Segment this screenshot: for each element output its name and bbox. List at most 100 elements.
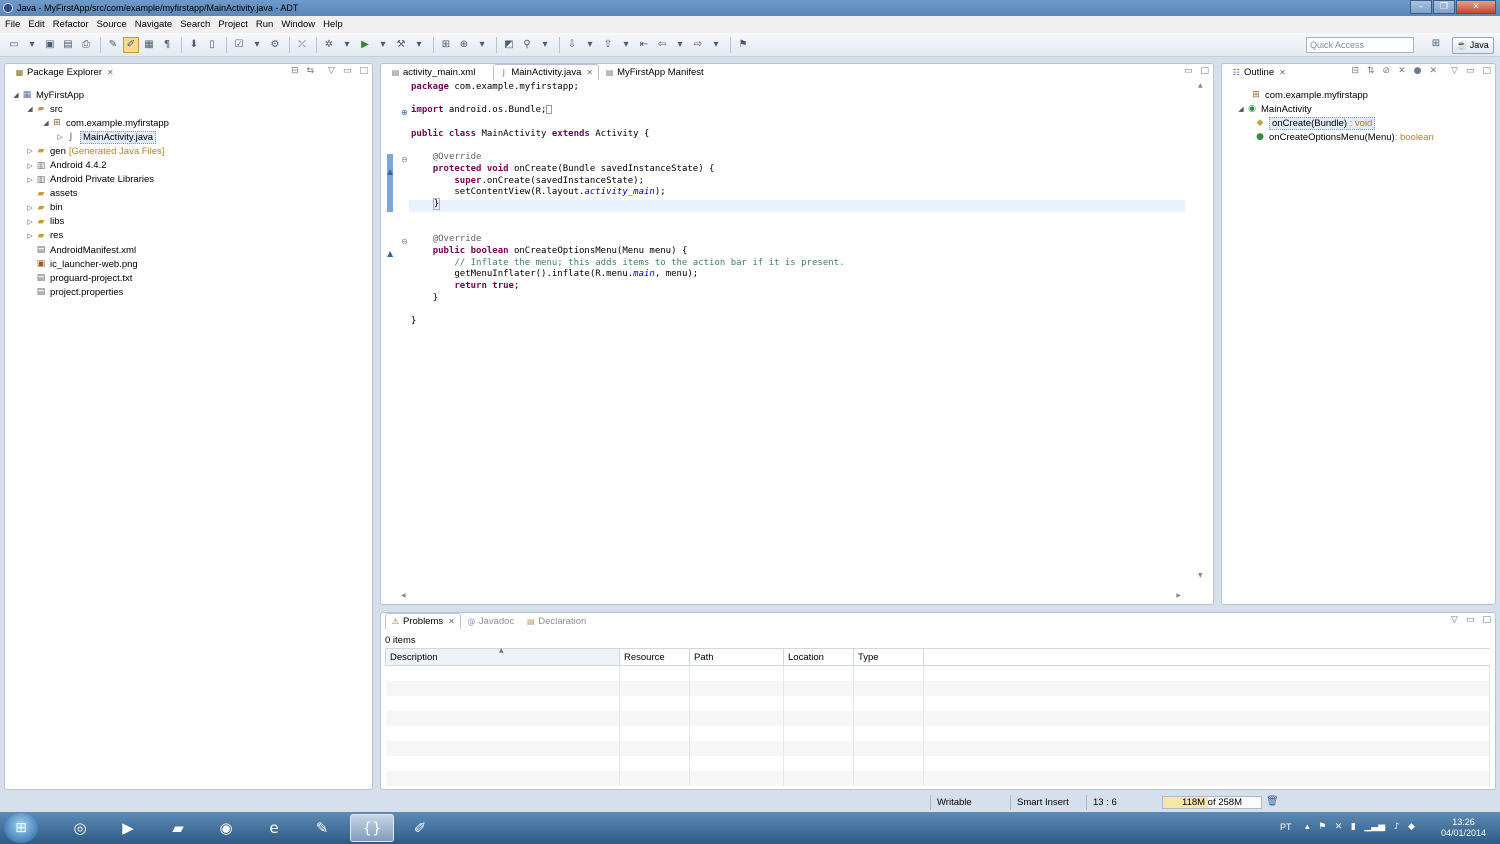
search-dropdown-icon[interactable]: ▾	[537, 37, 553, 53]
run-icon[interactable]: ▶	[357, 37, 373, 53]
previous-annotation-icon[interactable]: ⇧	[600, 37, 616, 53]
next-annotation-icon[interactable]: ⇩	[564, 37, 580, 53]
minimize-view-icon[interactable]: ▭	[1466, 66, 1475, 76]
collapsed-arrow-icon[interactable]: ▷	[25, 162, 35, 170]
chrome-task-icon[interactable]: ◎	[58, 814, 102, 842]
tab-problems[interactable]: ⚠ Problems ✕	[385, 613, 461, 629]
menu-project[interactable]: Project	[218, 19, 248, 30]
tree-item-manifest[interactable]: ▤ AndroidManifest.xml	[11, 243, 169, 257]
android-sdk-manager-icon[interactable]: ⬇	[186, 37, 202, 53]
debug-icon[interactable]: ✲	[321, 37, 337, 53]
external-tools-icon[interactable]: ⚒	[393, 37, 409, 53]
close-icon[interactable]: ✕	[586, 68, 593, 77]
internet-explorer-task-icon[interactable]: e	[252, 814, 296, 842]
outline-item-class[interactable]: ◢ ◉ MainActivity	[1236, 102, 1434, 116]
view-menu-icon[interactable]: ▽	[1451, 66, 1458, 76]
tree-item-project[interactable]: ◢ ▦ MyFirstApp	[11, 88, 169, 102]
column-resource[interactable]: Resource	[619, 648, 690, 666]
tab-manifest[interactable]: ▤ MyFirstApp Manifest	[599, 64, 710, 80]
forward-icon[interactable]: ⇨	[690, 37, 706, 53]
tab-outline[interactable]: ☷ Outline ✕	[1226, 64, 1292, 80]
disc-task-icon[interactable]: ◉	[204, 814, 248, 842]
scroll-down-icon[interactable]: ▼	[1198, 572, 1203, 579]
pin-editor-icon[interactable]: ⚑	[735, 37, 751, 53]
network-warning-icon[interactable]: ⚑	[1318, 822, 1326, 832]
forward-dropdown-icon[interactable]: ▾	[708, 37, 724, 53]
maximize-view-icon[interactable]: □	[1200, 66, 1209, 76]
link-with-editor-icon[interactable]: ⇆	[307, 66, 315, 76]
search-icon[interactable]: ⚲	[519, 37, 535, 53]
flag-icon[interactable]: ✕	[1335, 822, 1343, 832]
tab-declaration[interactable]: ▤ Declaration	[520, 613, 592, 629]
clock[interactable]: 13:26 04/01/2014	[1441, 817, 1486, 839]
fold-collapse-icon[interactable]: ⊖	[401, 237, 408, 246]
maximize-view-icon[interactable]: □	[359, 66, 368, 76]
tree-item-proguard[interactable]: ▤ proguard-project.txt	[11, 271, 169, 285]
editor-horizontal-scrollbar[interactable]: ◀ ▶	[401, 592, 1181, 600]
back-dropdown-icon[interactable]: ▾	[672, 37, 688, 53]
new-icon[interactable]: ▭	[6, 37, 22, 53]
outline-item-oncreate[interactable]: ◆ onCreate(Bundle) : void	[1236, 116, 1434, 130]
outline-item-package[interactable]: ⊞ com.example.myfirstapp	[1236, 88, 1434, 102]
tree-item-launcher-png[interactable]: ▣ ic_launcher-web.png	[11, 257, 169, 271]
tree-item-res[interactable]: ▷ ▰ res	[11, 229, 169, 243]
collapsed-arrow-icon[interactable]: ▷	[25, 176, 35, 184]
menu-search[interactable]: Search	[180, 19, 210, 30]
garbage-collect-icon[interactable]: 🗑	[1266, 796, 1279, 809]
open-perspective-icon[interactable]: ⊞	[1428, 38, 1444, 53]
tab-mainactivity-java[interactable]: J MainActivity.java ✕	[493, 64, 600, 80]
last-edit-location-icon[interactable]: ⇤	[636, 37, 652, 53]
check-dropdown-icon[interactable]: ▾	[249, 37, 265, 53]
open-type-icon[interactable]: ✎	[105, 37, 121, 53]
tree-item-gen[interactable]: ▷ ▰ gen [Generated Java Files]	[11, 144, 169, 158]
external-tools-dropdown-icon[interactable]: ▾	[411, 37, 427, 53]
hide-non-public-icon[interactable]: ●	[1414, 66, 1422, 76]
tab-package-explorer[interactable]: ▦ Package Explorer ✕	[9, 64, 120, 80]
tree-item-src[interactable]: ◢ ▰ src	[11, 102, 169, 116]
outline-item-oncreateoptionsmenu[interactable]: ● onCreateOptionsMenu(Menu) : boolean	[1236, 130, 1434, 144]
column-location[interactable]: Location	[783, 648, 854, 666]
new-dropdown-icon[interactable]: ▾	[24, 37, 40, 53]
tab-javadoc[interactable]: @ Javadoc	[461, 613, 520, 629]
collapse-all-icon[interactable]: ⊟	[1351, 66, 1359, 76]
mark-occurrences-icon[interactable]: ✐	[123, 36, 139, 53]
collapsed-arrow-icon[interactable]: ▷	[25, 218, 35, 226]
tree-item-project-properties[interactable]: ▤ project.properties	[11, 285, 169, 299]
minimize-view-icon[interactable]: ▭	[1184, 66, 1193, 76]
check-icon[interactable]: ☑	[231, 37, 247, 53]
hide-fields-icon[interactable]: ⊘	[1383, 66, 1391, 76]
open-task-icon[interactable]: ◩	[501, 37, 517, 53]
media-player-task-icon[interactable]: ▶	[106, 814, 150, 842]
save-all-icon[interactable]: ▤	[60, 37, 76, 53]
expanded-arrow-icon[interactable]: ◢	[1236, 105, 1246, 113]
android-avd-manager-icon[interactable]: ▯	[204, 37, 220, 53]
close-icon[interactable]: ✕	[107, 68, 114, 77]
tree-item-android[interactable]: ▷ ▥ Android 4.4.2	[11, 158, 169, 172]
fold-collapse-icon[interactable]: ⊖	[401, 155, 408, 164]
start-button[interactable]: ⊞	[4, 813, 38, 843]
expanded-arrow-icon[interactable]: ◢	[25, 105, 35, 113]
print-icon[interactable]: ⎙	[78, 37, 94, 53]
collapse-all-icon[interactable]: ⊟	[291, 66, 299, 76]
collapsed-arrow-icon[interactable]: ▷	[25, 147, 35, 155]
hide-static-icon[interactable]: ✕	[1398, 66, 1406, 76]
close-icon[interactable]: ✕	[448, 617, 455, 626]
hide-local-types-icon[interactable]: ✕	[1430, 66, 1438, 76]
menu-window[interactable]: Window	[281, 19, 315, 30]
new-java-package-icon[interactable]: ⊞	[438, 37, 454, 53]
expanded-arrow-icon[interactable]: ◢	[41, 119, 51, 127]
menu-edit[interactable]: Edit	[28, 19, 44, 30]
close-icon[interactable]: ✕	[1279, 68, 1286, 77]
tree-item-package[interactable]: ◢ ⊞ com.example.myfirstapp	[11, 116, 169, 130]
tree-item-bin[interactable]: ▷ ▰ bin	[11, 201, 169, 215]
new-java-class-icon[interactable]: ⊕	[456, 37, 472, 53]
save-icon[interactable]: ▣	[42, 37, 58, 53]
language-indicator[interactable]: PT	[1280, 822, 1292, 832]
sort-icon[interactable]: ⇅	[1367, 66, 1375, 76]
column-type[interactable]: Type	[853, 648, 924, 666]
volume-icon[interactable]: ♪	[1394, 822, 1400, 832]
column-path[interactable]: Path	[689, 648, 784, 666]
android-lint-icon[interactable]: ⚙	[267, 37, 283, 53]
notepad-task-icon[interactable]: ✎	[300, 814, 344, 842]
scroll-right-icon[interactable]: ▶	[1176, 592, 1181, 599]
